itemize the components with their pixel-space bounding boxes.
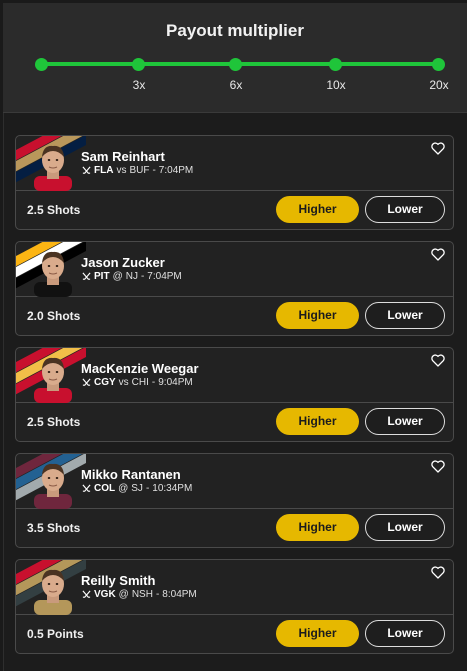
matchup-dash: -: [155, 589, 160, 600]
multiplier-dot-3: [229, 58, 242, 71]
player-name: MacKenzie Weegar: [81, 361, 199, 376]
lower-button[interactable]: Lower: [365, 620, 445, 647]
team-abbr: FLA: [94, 165, 114, 176]
higher-button[interactable]: Higher: [276, 302, 359, 329]
prop-line: 2.5 Shots: [27, 415, 81, 429]
higher-button[interactable]: Higher: [276, 408, 359, 435]
player-name: Reilly Smith: [81, 573, 156, 588]
team-abbr: PIT: [94, 271, 110, 282]
favorite-heart-icon[interactable]: [431, 460, 445, 473]
matchup-separator: @: [118, 483, 129, 494]
game-time: 10:34PM: [152, 483, 193, 494]
multiplier-dot-5: [432, 58, 445, 71]
player-name: Mikko Rantanen: [81, 467, 181, 482]
lower-button[interactable]: Lower: [365, 514, 445, 541]
favorite-heart-icon[interactable]: [431, 354, 445, 367]
player-info: Reilly Smith VGK @ NSH - 8:04PM: [16, 560, 453, 615]
game-time: 9:04PM: [158, 377, 193, 388]
player-headshot: [34, 145, 72, 191]
multiplier-dot-4: [329, 58, 342, 71]
player-name: Jason Zucker: [81, 255, 165, 270]
multiplier-label-6x: 6x: [229, 78, 243, 92]
player-info: Sam Reinhart FLA vs BUF - 7:04PM: [16, 136, 453, 191]
opponent-abbr: BUF: [129, 165, 150, 176]
game-time: 7:04PM: [147, 271, 182, 282]
prop-line: 2.0 Shots: [27, 309, 81, 323]
multiplier-label-3x: 3x: [132, 78, 146, 92]
player-info: MacKenzie Weegar CGY vs CHI - 9:04PM: [16, 348, 453, 403]
matchup-dash: -: [140, 271, 145, 282]
higher-button[interactable]: Higher: [276, 196, 359, 223]
game-time: 8:04PM: [162, 589, 197, 600]
prop-line: 2.5 Shots: [27, 203, 81, 217]
matchup-separator: @: [118, 589, 129, 600]
matchup-dash: -: [152, 165, 156, 176]
player-card-1: Sam Reinhart FLA vs BUF - 7:04PM 2.5 Sho…: [15, 135, 454, 230]
player-name: Sam Reinhart: [81, 149, 165, 164]
prop-line: 3.5 Shots: [27, 521, 81, 535]
player-card-2: Jason Zucker PIT @ NJ - 7:04PM 2.0 Shots…: [15, 241, 454, 336]
matchup: VGK @ NSH - 8:04PM: [82, 589, 197, 600]
lower-button[interactable]: Lower: [365, 196, 445, 223]
prop-line: 0.5 Points: [27, 627, 84, 641]
player-headshot: [34, 569, 72, 615]
multiplier-label-20x: 20x: [429, 78, 449, 92]
opponent-abbr: SJ: [131, 483, 143, 494]
player-card-4: Mikko Rantanen COL @ SJ - 10:34PM 3.5 Sh…: [15, 453, 454, 548]
matchup-dash: -: [151, 377, 156, 388]
player-headshot: [34, 463, 72, 509]
opponent-abbr: NSH: [131, 589, 153, 600]
hockey-sticks-icon: [82, 166, 91, 174]
player-info: Jason Zucker PIT @ NJ - 7:04PM: [16, 242, 453, 297]
player-headshot: [34, 357, 72, 403]
hockey-sticks-icon: [82, 378, 91, 386]
lower-button[interactable]: Lower: [365, 408, 445, 435]
higher-button[interactable]: Higher: [276, 620, 359, 647]
matchup-separator: @: [112, 271, 123, 282]
matchup-separator: vs: [116, 165, 127, 176]
player-card-3: MacKenzie Weegar CGY vs CHI - 9:04PM 2.5…: [15, 347, 454, 442]
matchup-separator: vs: [118, 377, 129, 388]
favorite-heart-icon[interactable]: [431, 566, 445, 579]
payout-header: Payout multiplier 3x 6x 10x 20x: [3, 3, 467, 113]
hockey-sticks-icon: [82, 590, 91, 598]
team-abbr: CGY: [94, 377, 116, 388]
player-headshot: [34, 251, 72, 297]
game-time: 7:04PM: [158, 165, 194, 176]
multiplier-dot-1: [35, 58, 48, 71]
higher-button[interactable]: Higher: [276, 514, 359, 541]
opponent-abbr: CHI: [131, 377, 149, 388]
opponent-abbr: NJ: [125, 271, 138, 282]
header-title: Payout multiplier: [166, 21, 304, 40]
player-card-5: Reilly Smith VGK @ NSH - 8:04PM 0.5 Poin…: [15, 559, 454, 654]
favorite-heart-icon[interactable]: [431, 142, 445, 155]
matchup: COL @ SJ - 10:34PM: [82, 483, 192, 494]
matchup-dash: -: [145, 483, 150, 494]
hockey-sticks-icon: [82, 484, 91, 492]
multiplier-label-10x: 10x: [326, 78, 346, 92]
hockey-sticks-icon: [82, 272, 91, 280]
multiplier-dot-2: [132, 58, 145, 71]
lower-button[interactable]: Lower: [365, 302, 445, 329]
app-frame: Payout multiplier 3x 6x 10x 20x Sam Rein…: [3, 3, 467, 671]
matchup: FLA vs BUF - 7:04PM: [82, 165, 193, 176]
favorite-heart-icon[interactable]: [431, 248, 445, 261]
team-abbr: COL: [94, 483, 116, 494]
matchup: PIT @ NJ - 7:04PM: [82, 271, 182, 282]
team-abbr: VGK: [94, 589, 116, 600]
player-list: Sam Reinhart FLA vs BUF - 7:04PM 2.5 Sho…: [3, 113, 467, 671]
player-info: Mikko Rantanen COL @ SJ - 10:34PM: [16, 454, 453, 509]
matchup: CGY vs CHI - 9:04PM: [82, 377, 193, 388]
